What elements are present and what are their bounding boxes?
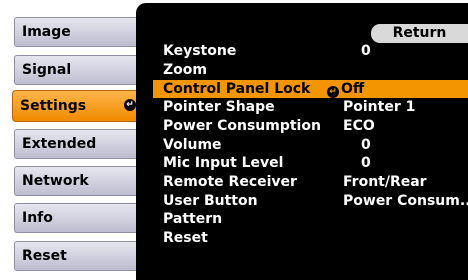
sidebar-item-network[interactable]: Network: [14, 166, 143, 196]
menu-row-value-wrap: ↵ Off: [327, 80, 364, 98]
sidebar-item-label: Info: [22, 210, 53, 226]
menu-row-control-panel-lock[interactable]: Control Panel Lock ↵ Off: [153, 80, 468, 98]
enter-icon: ↵: [327, 86, 339, 98]
menu-row-label: Pattern: [163, 211, 223, 227]
sidebar-item-info[interactable]: Info: [14, 203, 143, 233]
menu-row-label: Remote Receiver: [163, 174, 297, 190]
menu-row-mic-input-level[interactable]: Mic Input Level 0: [153, 154, 468, 172]
menu-row-reset[interactable]: Reset: [153, 229, 468, 247]
sidebar-item-label: Extended: [22, 136, 97, 152]
sidebar-item-label: Network: [22, 173, 89, 189]
enter-icon: ↵: [124, 99, 136, 111]
sidebar-item-label: Image: [22, 24, 71, 40]
menu-row-label: Zoom: [163, 62, 207, 78]
menu-row-label: User Button: [163, 193, 258, 209]
menu-row-value: Power Consum...: [343, 193, 468, 209]
menu-row-label: Power Consumption: [163, 118, 321, 134]
menu-row-label: Keystone: [163, 43, 237, 59]
menu-row-value: 0: [361, 155, 371, 171]
menu-row-label: Reset: [163, 230, 208, 246]
menu-row-power-consumption[interactable]: Power Consumption ECO: [153, 117, 468, 135]
menu-row-keystone[interactable]: Keystone 0: [153, 42, 468, 60]
menu-row-pattern[interactable]: Pattern: [153, 210, 468, 228]
menu-row-label: Control Panel Lock: [163, 81, 311, 97]
menu-row-label: Pointer Shape: [163, 99, 275, 115]
return-button[interactable]: Return: [371, 24, 468, 43]
menu-row-zoom[interactable]: Zoom: [153, 61, 468, 79]
menu-row-value: Pointer 1: [343, 99, 416, 115]
menu-row-value: 0: [361, 137, 371, 153]
sidebar-item-signal[interactable]: Signal: [14, 55, 143, 85]
sidebar-item-extended[interactable]: Extended: [14, 129, 143, 159]
sidebar-item-settings[interactable]: Settings ↵: [12, 90, 145, 122]
menu-row-value: Off: [341, 81, 365, 97]
menu-row-label: Mic Input Level: [163, 155, 284, 171]
menu-row-label: Volume: [163, 137, 222, 153]
menu-row-value: Front/Rear: [343, 174, 427, 190]
menu-row-user-button[interactable]: User Button Power Consum...: [153, 192, 468, 210]
menu-row-volume[interactable]: Volume 0: [153, 136, 468, 154]
sidebar-item-image[interactable]: Image: [14, 17, 143, 47]
sidebar-item-label: Signal: [22, 62, 72, 78]
sidebar-item-label: Reset: [22, 248, 67, 264]
sidebar-item-reset[interactable]: Reset: [14, 241, 143, 271]
menu-row-pointer-shape[interactable]: Pointer Shape Pointer 1: [153, 98, 468, 116]
sidebar-item-label: Settings: [20, 98, 87, 114]
menu-row-remote-receiver[interactable]: Remote Receiver Front/Rear: [153, 173, 468, 191]
menu-row-value: 0: [361, 43, 371, 59]
menu-row-value: ECO: [343, 118, 375, 134]
